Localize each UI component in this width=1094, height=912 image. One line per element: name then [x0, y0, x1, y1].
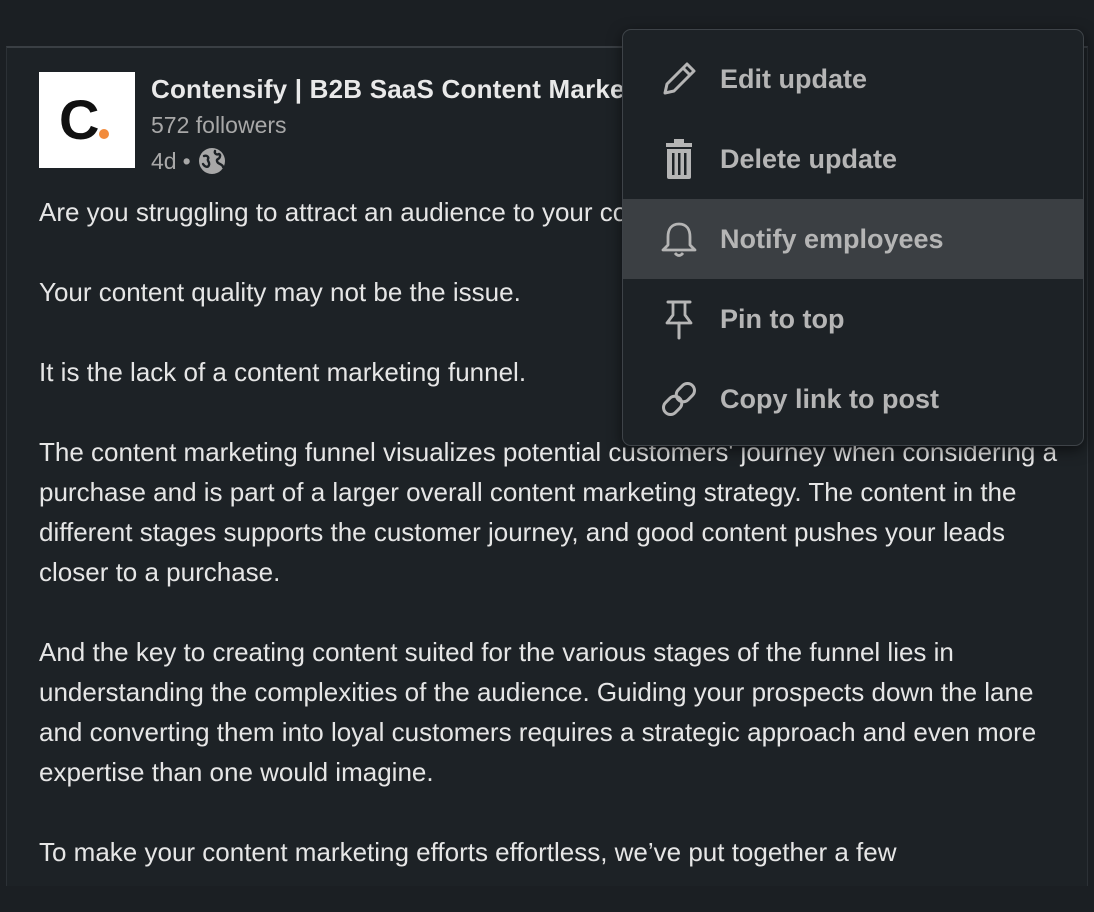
menu-item-label: Edit update — [720, 63, 867, 94]
menu-item-pin-to-top[interactable]: Pin to top — [623, 279, 1083, 359]
contensify-logo-mark: C — [59, 88, 109, 151]
menu-item-delete-update[interactable]: Delete update — [623, 119, 1083, 199]
pin-icon — [657, 297, 701, 341]
post-paragraph: To make your content marketing efforts e… — [39, 837, 897, 867]
link-icon — [657, 377, 701, 421]
menu-item-label: Pin to top — [720, 303, 845, 334]
post-age: 4d — [151, 147, 177, 174]
menu-item-edit-update[interactable]: Edit update — [623, 39, 1083, 119]
post-meta: 4d • — [151, 145, 227, 177]
post-paragraph: The content marketing funnel visualizes … — [39, 437, 1058, 587]
follower-count: 572 followers — [151, 112, 287, 138]
pencil-icon — [657, 57, 701, 101]
menu-item-copy-link[interactable]: Copy link to post — [623, 359, 1083, 439]
menu-item-notify-employees[interactable]: Notify employees — [623, 199, 1083, 279]
post-options-menu: Edit update Delete update Notify employe… — [622, 29, 1084, 446]
menu-item-label: Copy link to post — [720, 383, 939, 414]
company-logo[interactable]: C — [39, 72, 135, 168]
meta-separator: • — [182, 147, 191, 174]
globe-icon — [197, 146, 227, 176]
post-paragraph: And the key to creating content suited f… — [39, 637, 1037, 787]
logo-accent-dot — [99, 129, 109, 139]
trash-icon — [657, 137, 701, 181]
bell-icon — [657, 217, 701, 261]
logo-letter: C — [59, 88, 99, 151]
menu-item-label: Notify employees — [720, 223, 944, 254]
menu-item-label: Delete update — [720, 143, 898, 174]
